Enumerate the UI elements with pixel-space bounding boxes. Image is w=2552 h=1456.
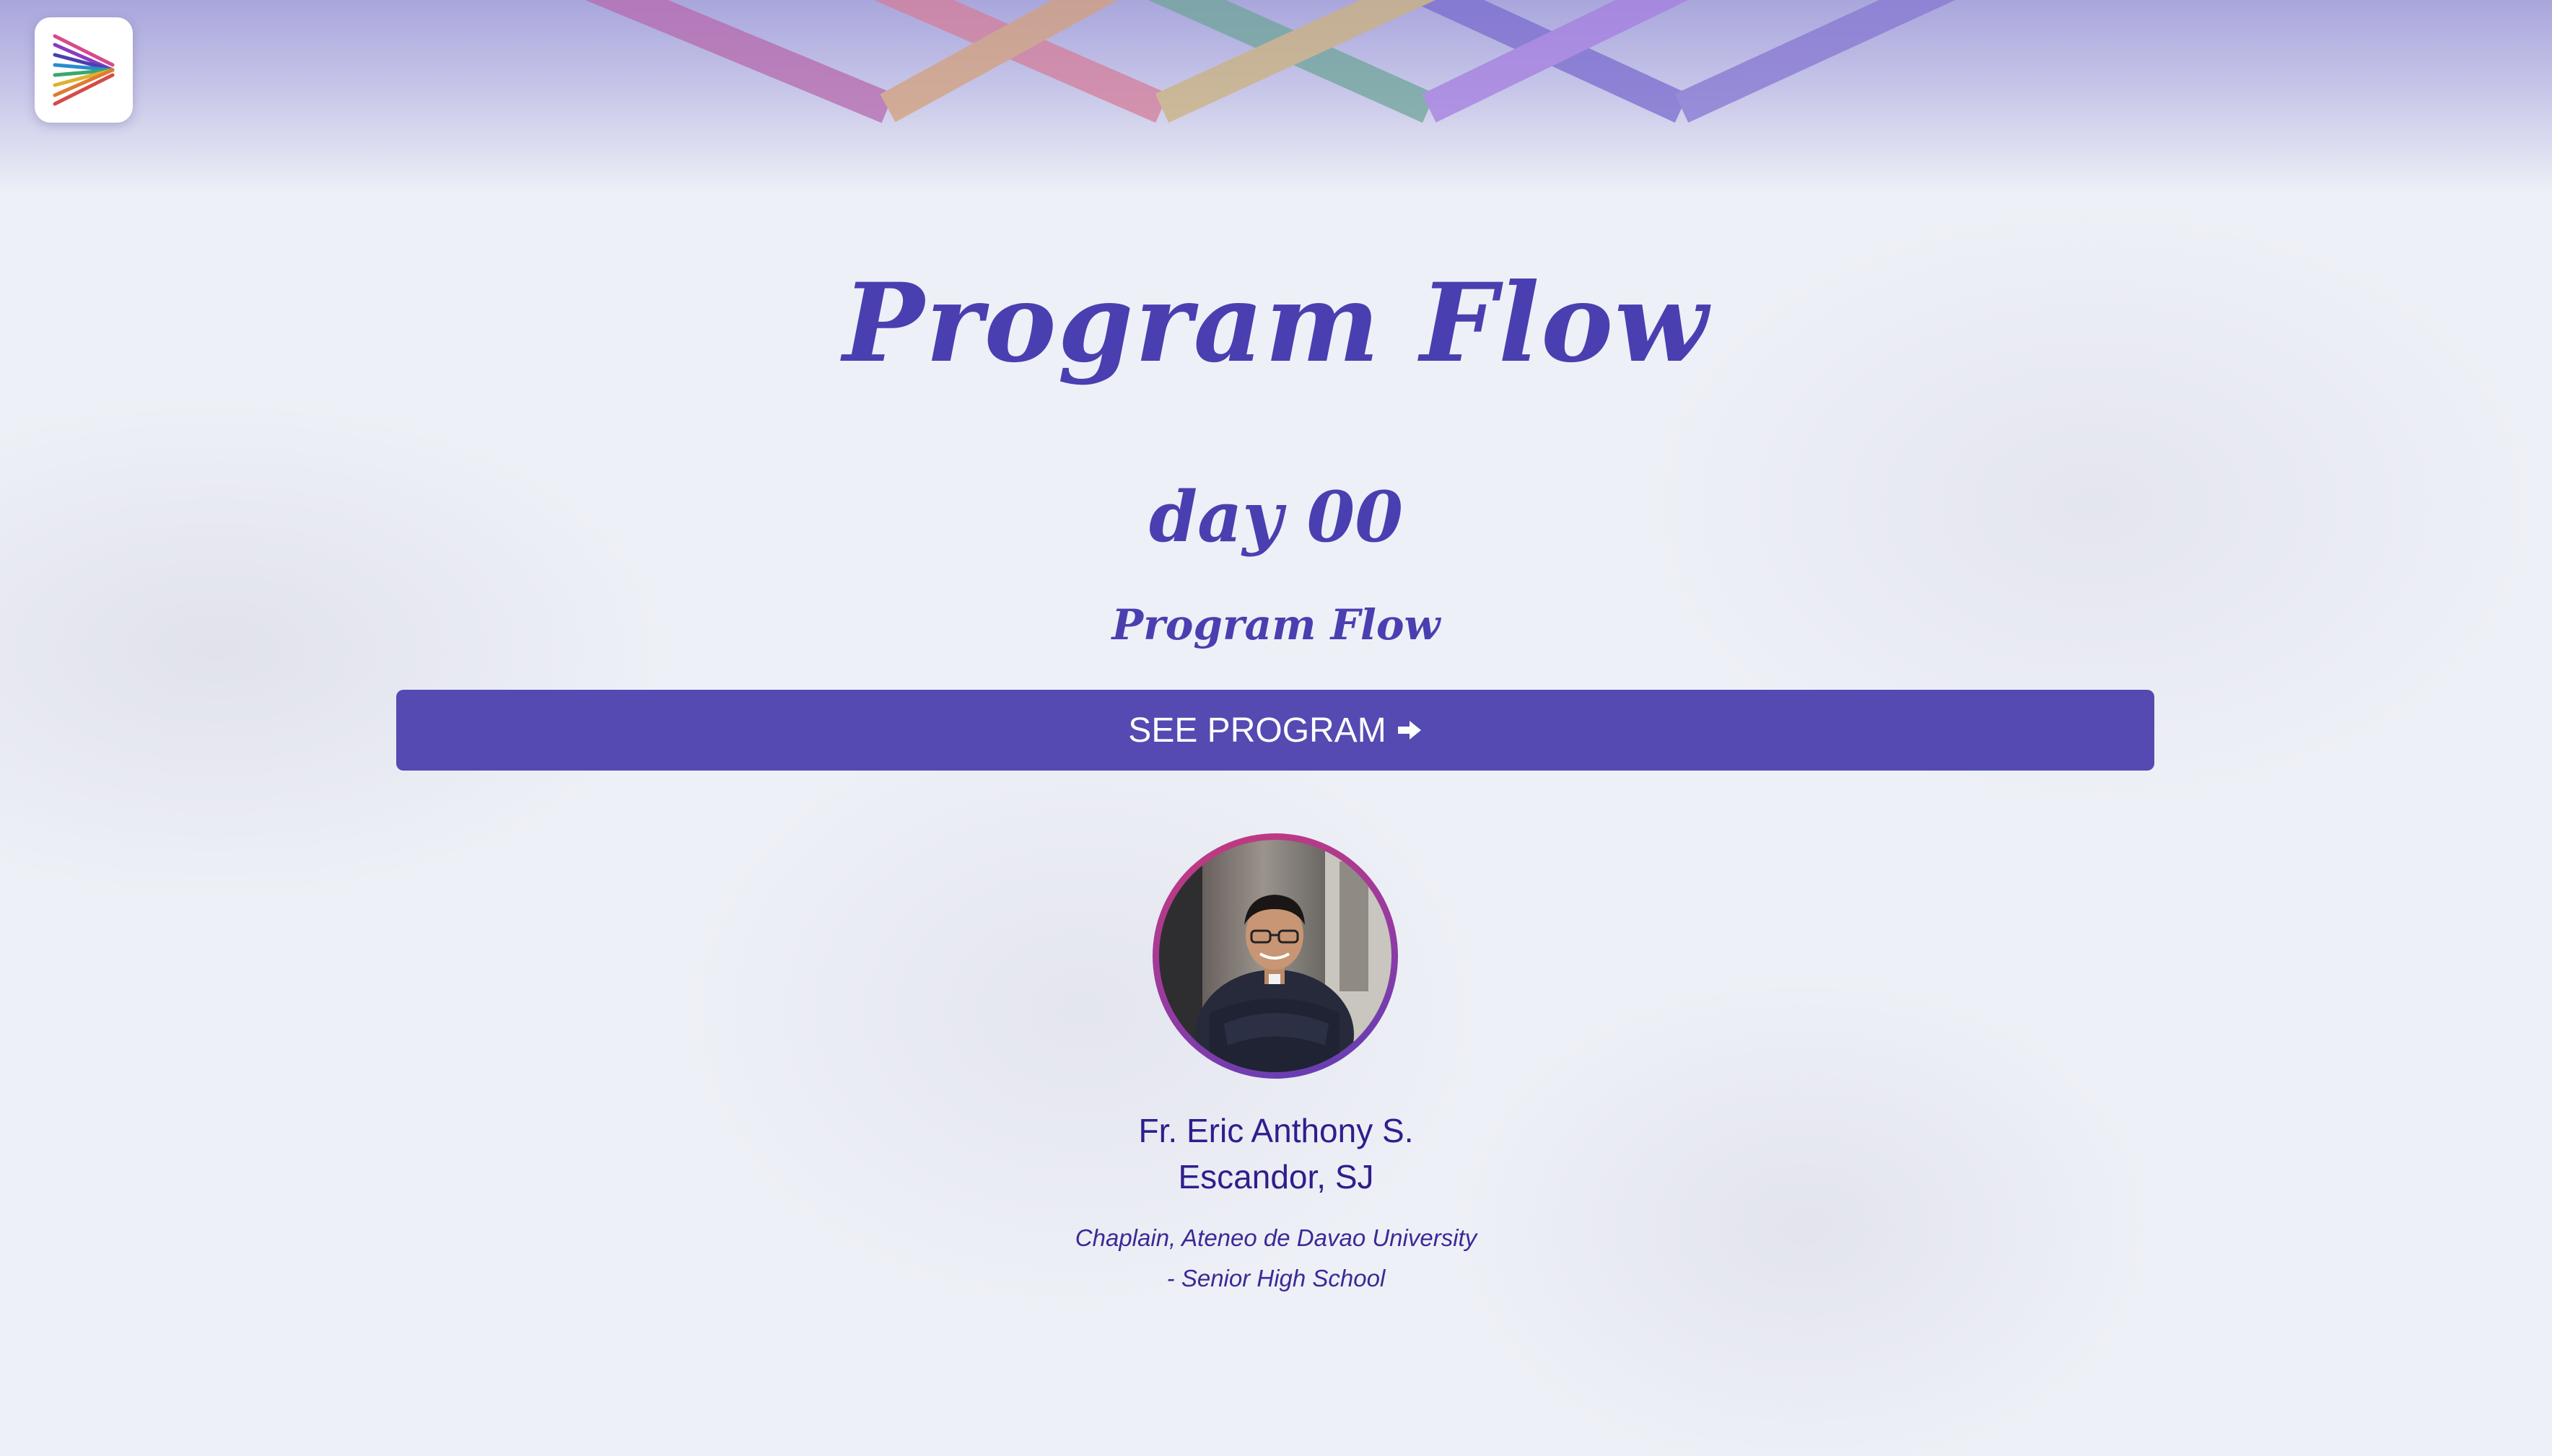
see-program-label: SEE PROGRAM <box>1128 711 1386 750</box>
woven-triangle-logo-icon <box>53 34 115 106</box>
woven-ribbon-decoration <box>585 0 1956 123</box>
speaker-portrait <box>1159 840 1391 1072</box>
speaker-avatar-frame <box>1153 833 1398 1079</box>
speaker-name-line2: Escandor, SJ <box>1178 1158 1374 1196</box>
speaker-name: Fr. Eric Anthony S. Escandor, SJ <box>0 1108 2552 1200</box>
section-subtitle: Program Flow <box>1111 600 1441 649</box>
speaker-role: Chaplain, Ateneo de Davao University - S… <box>0 1218 2552 1299</box>
see-program-button[interactable]: SEE PROGRAM <box>396 690 2154 771</box>
speaker-role-line1: Chaplain, Ateneo de Davao University <box>1075 1224 1477 1251</box>
speaker-name-line1: Fr. Eric Anthony S. <box>1138 1112 1414 1149</box>
speaker-avatar <box>1159 840 1391 1072</box>
arrow-right-icon <box>1397 721 1421 740</box>
app-logo-button[interactable] <box>35 17 133 123</box>
day-label: day 00 <box>1148 476 1404 558</box>
speaker-role-line2: - Senior High School <box>1166 1265 1386 1291</box>
page-title: Program Flow <box>842 260 1710 387</box>
